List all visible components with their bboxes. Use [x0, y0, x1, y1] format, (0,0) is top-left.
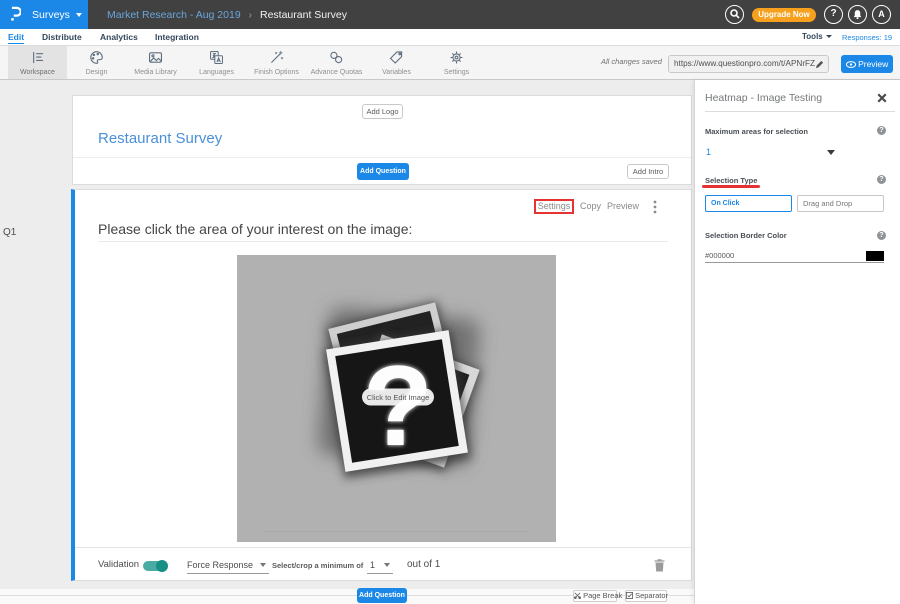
svg-text:Click to Edit Image: Click to Edit Image: [367, 393, 430, 402]
svg-text:?: ?: [363, 343, 433, 470]
